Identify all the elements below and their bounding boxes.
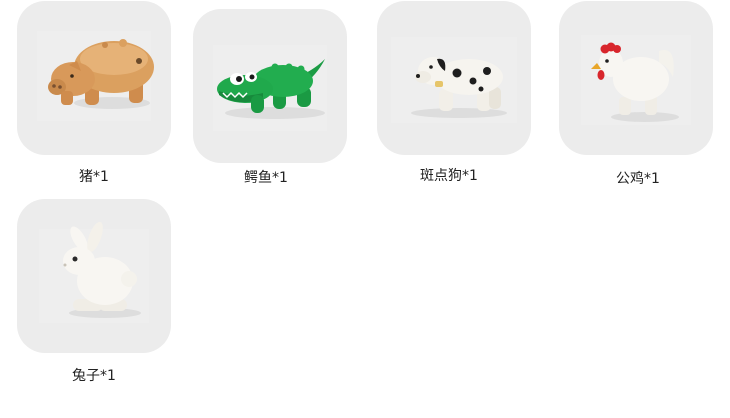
item-card-pig[interactable]	[17, 1, 171, 155]
crocodile-toy-icon	[213, 45, 327, 131]
item-label-rooster: 公鸡*1	[616, 171, 660, 187]
item-card-crocodile[interactable]	[193, 9, 347, 163]
item-label-dalmatian: 斑点狗*1	[420, 168, 478, 184]
item-card-dalmatian[interactable]	[377, 1, 531, 155]
item-card-rooster[interactable]	[559, 1, 713, 155]
item-label-rabbit: 兔子*1	[72, 368, 116, 384]
item-label-crocodile: 鳄鱼*1	[244, 170, 288, 186]
item-card-rabbit[interactable]	[17, 199, 171, 353]
pig-toy-icon	[37, 31, 154, 121]
rabbit-toy-icon	[39, 221, 149, 323]
dalmatian-toy-icon	[391, 37, 517, 123]
item-label-pig: 猪*1	[79, 169, 109, 185]
rooster-toy-icon	[581, 35, 691, 125]
toy-animal-grid: 猪*1 鳄鱼*1 斑点狗*1 公鸡*1 兔子*1	[0, 0, 730, 418]
